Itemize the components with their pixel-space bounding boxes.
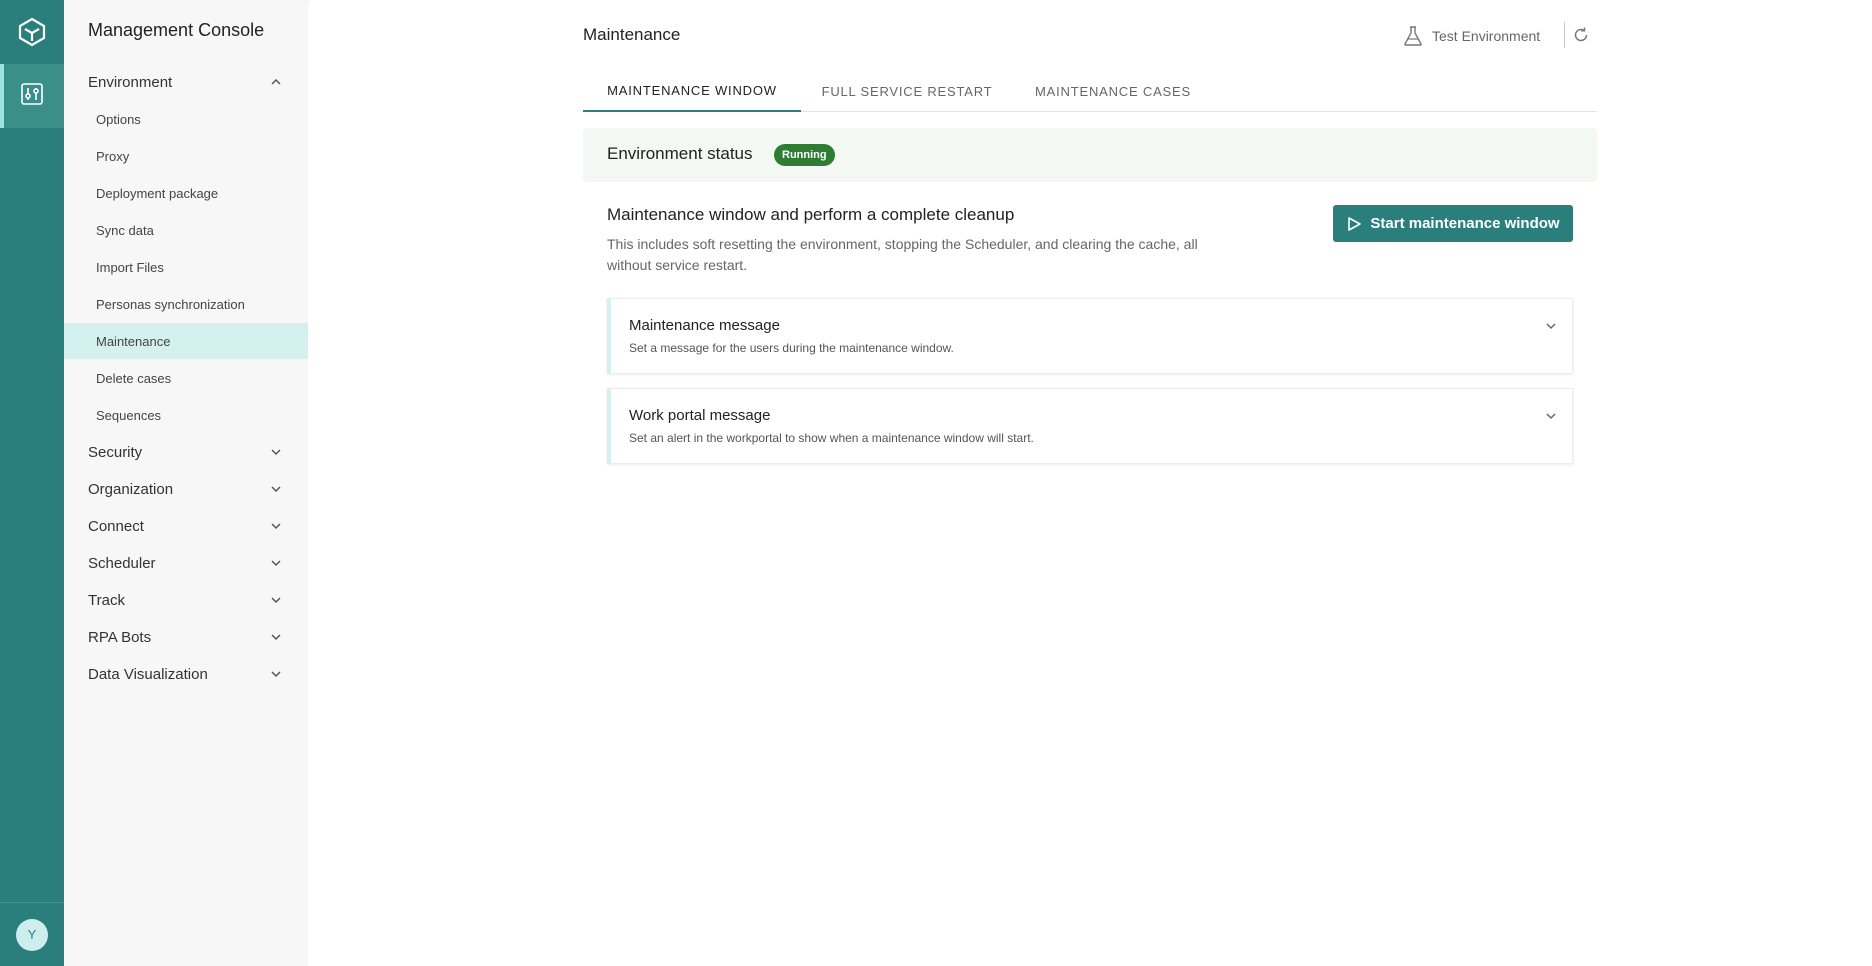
sidebar-item-label: Deployment package: [96, 185, 219, 201]
header-divider: [1564, 22, 1565, 48]
chevron-down-icon: [271, 634, 281, 641]
sidebar-section-security[interactable]: Security: [64, 434, 308, 470]
page-title: Maintenance: [583, 25, 681, 44]
chevron-down-icon: [271, 597, 281, 604]
sidebar-section-track[interactable]: Track: [64, 582, 308, 618]
environment-indicator: Test Environment: [1402, 24, 1540, 48]
maintenance-window-description: This includes soft resetting the environ…: [607, 236, 1198, 273]
sliders-icon: [20, 82, 44, 111]
environment-name: Test Environment: [1432, 28, 1541, 44]
sidebar-section-label: Data Visualization: [88, 665, 208, 683]
sidebar-item-personas-synchronization[interactable]: Personas synchronization: [64, 286, 308, 322]
sidebar-item-delete-cases[interactable]: Delete cases: [64, 360, 308, 396]
work-portal-message-card[interactable]: Work portal message Set an alert in the …: [607, 388, 1573, 464]
chevron-down-icon: [271, 486, 281, 493]
card-title: Maintenance message: [629, 317, 780, 334]
card-subtitle: Set an alert in the workportal to show w…: [629, 431, 1034, 445]
sidebar-section-scheduler[interactable]: Scheduler: [64, 545, 308, 581]
maintenance-message-card[interactable]: Maintenance message Set a message for th…: [607, 298, 1573, 374]
sidebar-section-label: Connect: [88, 517, 144, 535]
sidebar-item-maintenance[interactable]: Maintenance: [64, 323, 308, 359]
flask-icon: [1404, 26, 1422, 46]
sidebar-section-label: Environment: [88, 73, 173, 91]
environment-status-bar: Environment status Running: [583, 128, 1597, 182]
tab-maintenance-window[interactable]: MAINTENANCE WINDOW: [583, 70, 801, 112]
sidebar-item-label: Delete cases: [96, 370, 172, 386]
sidebar-section-label: Security: [88, 443, 143, 461]
sidebar-item-label: Options: [96, 111, 141, 127]
sidebar-item-sequences[interactable]: Sequences: [64, 397, 308, 433]
sidebar-section-connect[interactable]: Connect: [64, 508, 308, 544]
sidebar-section-label: RPA Bots: [88, 628, 152, 646]
avatar[interactable]: Y: [16, 918, 48, 951]
chevron-down-icon: [1546, 413, 1556, 420]
rail-item-console[interactable]: [0, 64, 64, 128]
user-menu[interactable]: Y: [0, 902, 64, 966]
main-panel: Maintenance Test Environment MAINTENANCE…: [308, 0, 1872, 966]
app-rail: Y: [0, 0, 64, 966]
card-title: Work portal message: [629, 407, 771, 424]
sidebar-item-label: Sequences: [96, 407, 162, 423]
status-badge: Running: [774, 144, 835, 166]
app-title: Management Console: [88, 20, 265, 40]
sidebar-item-import-files[interactable]: Import Files: [64, 249, 308, 285]
sidebar-section-environment[interactable]: Environment: [64, 64, 308, 100]
sidebar-item-deployment-package[interactable]: Deployment package: [64, 175, 308, 211]
chevron-down-icon: [1546, 323, 1556, 330]
chevron-down-icon: [271, 671, 281, 678]
sidebar-item-label: Proxy: [96, 148, 130, 164]
hexagon-logo-icon[interactable]: [0, 0, 64, 64]
sidebar-item-label: Sync data: [96, 222, 154, 238]
play-icon: [1348, 216, 1362, 231]
sidebar-section-rpa-bots[interactable]: RPA Bots: [64, 619, 308, 655]
sidebar-item-proxy[interactable]: Proxy: [64, 138, 308, 174]
sidebar-item-sync-data[interactable]: Sync data: [64, 212, 308, 248]
sidebar-item-options[interactable]: Options: [64, 101, 308, 137]
refresh-icon[interactable]: [1572, 26, 1590, 44]
sidebar-section-data-visualization[interactable]: Data Visualization: [64, 656, 308, 692]
sidebar-item-label: Personas synchronization: [96, 296, 245, 312]
tab-bar: MAINTENANCE WINDOW FULL SERVICE RESTART …: [583, 70, 1597, 112]
sidebar: Management Console Environment Options P…: [64, 0, 308, 966]
tab-full-service-restart[interactable]: FULL SERVICE RESTART: [801, 70, 1013, 112]
environment-status-label: Environment status: [607, 144, 753, 163]
sidebar-item-label: Maintenance: [96, 333, 171, 349]
sidebar-section-label: Track: [88, 591, 125, 609]
chevron-down-icon: [271, 449, 281, 456]
card-subtitle: Set a message for the users during the m…: [629, 341, 954, 355]
chevron-up-icon: [271, 78, 281, 85]
start-maintenance-window-button[interactable]: Start maintenance window: [1333, 205, 1573, 242]
sidebar-section-label: Organization: [88, 480, 174, 498]
chevron-down-icon: [271, 560, 281, 567]
start-maintenance-window-label: Start maintenance window: [1370, 215, 1560, 232]
maintenance-window-title: Maintenance window and perform a complet…: [607, 205, 1015, 224]
tab-maintenance-cases[interactable]: MAINTENANCE CASES: [1013, 70, 1213, 112]
chevron-down-icon: [271, 523, 281, 530]
sidebar-section-label: Scheduler: [88, 554, 156, 572]
sidebar-section-organization[interactable]: Organization: [64, 471, 308, 507]
sidebar-item-label: Import Files: [96, 259, 164, 275]
